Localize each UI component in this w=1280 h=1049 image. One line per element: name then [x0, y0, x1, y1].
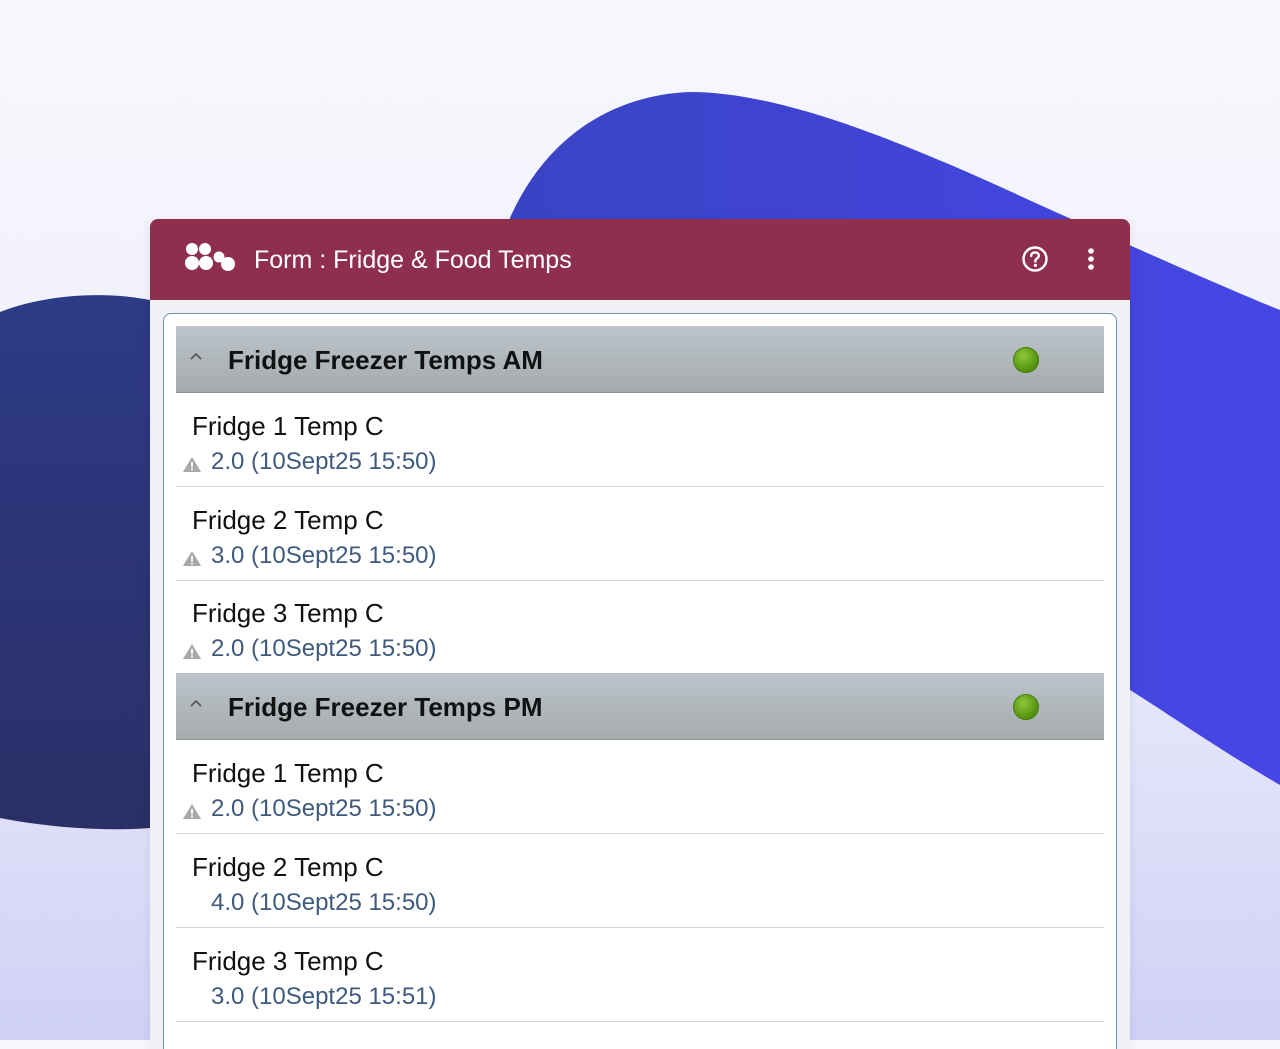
- item-label: Fridge 3 Temp C: [192, 946, 384, 976]
- page-title: Form : Fridge & Food Temps: [254, 246, 572, 274]
- warning-icon: [183, 644, 201, 659]
- navy-blob: [0, 295, 150, 830]
- help-circle-icon[interactable]: [1021, 245, 1049, 273]
- item-label: Fridge 3 Temp C: [192, 598, 384, 628]
- more-vertical-icon[interactable]: [1079, 243, 1103, 275]
- item-label: Fridge 1 Temp C: [192, 411, 384, 441]
- form-item[interactable]: Fridge 3 Temp C 3.0 (10Sept25 15:51): [176, 928, 1104, 1022]
- form-item[interactable]: Fridge 1 Temp C 2.0 (10Sept25 15:50): [176, 393, 1104, 487]
- form-item[interactable]: Fridge 2 Temp C 4.0 (10Sept25 15:50): [176, 834, 1104, 928]
- warning-icon: [183, 804, 201, 819]
- section-title: Fridge Freezer Temps AM: [228, 345, 543, 375]
- section-header-am[interactable]: Fridge Freezer Temps AM: [176, 326, 1104, 393]
- app-logo-dots-icon: [185, 243, 235, 271]
- warning-icon: [183, 457, 201, 472]
- item-value: 4.0 (10Sept25 15:50): [211, 889, 437, 916]
- app-bar: Form : Fridge & Food Temps: [150, 219, 1130, 300]
- form-item[interactable]: Fridge 3 Temp C 2.0 (10Sept25 15:50): [176, 580, 1104, 674]
- item-value: 2.0 (10Sept25 15:50): [211, 448, 437, 475]
- chevron-up-icon: [190, 699, 202, 707]
- chevron-up-icon: [190, 352, 202, 360]
- status-complete-icon: [1013, 347, 1039, 373]
- item-value: 3.0 (10Sept25 15:50): [211, 542, 437, 569]
- form-item[interactable]: Fridge 1 Temp C 2.0 (10Sept25 15:50): [176, 740, 1104, 834]
- form-panel: Fridge Freezer Temps AM Fridge 1 Temp C …: [163, 313, 1117, 1049]
- item-label: Fridge 2 Temp C: [192, 852, 384, 882]
- form-window: Form : Fridge & Food Temps Fridge Freeze…: [150, 219, 1130, 1049]
- section-title: Fridge Freezer Temps PM: [228, 692, 543, 722]
- item-value: 3.0 (10Sept25 15:51): [211, 983, 437, 1010]
- item-label: Fridge 1 Temp C: [192, 758, 384, 788]
- status-complete-icon: [1013, 694, 1039, 720]
- item-label: Fridge 2 Temp C: [192, 505, 384, 535]
- form-item[interactable]: Fridge 2 Temp C 3.0 (10Sept25 15:50): [176, 487, 1104, 581]
- section-header-pm[interactable]: Fridge Freezer Temps PM: [176, 673, 1104, 740]
- item-value: 2.0 (10Sept25 15:50): [211, 635, 437, 662]
- item-value: 2.0 (10Sept25 15:50): [211, 795, 437, 822]
- warning-icon: [183, 551, 201, 566]
